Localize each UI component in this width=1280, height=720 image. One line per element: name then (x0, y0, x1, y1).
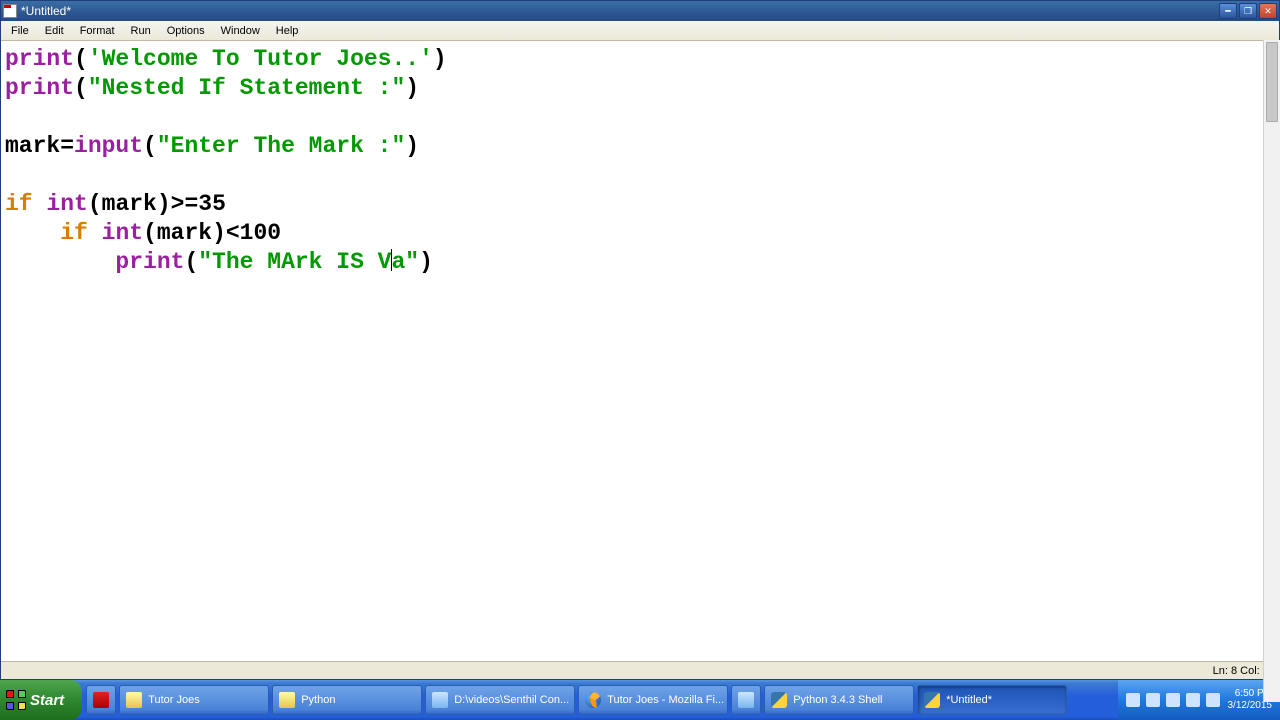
code-editor[interactable]: print('Welcome To Tutor Joes..') print("… (1, 41, 1279, 661)
close-button[interactable]: ✕ (1259, 3, 1277, 19)
quicklaunch-adobe[interactable] (86, 685, 116, 715)
network-icon[interactable] (1186, 693, 1200, 707)
task-videos-folder[interactable]: D:\videos\Senthil Con... (425, 685, 575, 715)
scroll-thumb[interactable] (1266, 42, 1278, 122)
menu-window[interactable]: Window (213, 23, 268, 39)
minimize-button[interactable]: ━ (1219, 3, 1237, 19)
editor-content: print('Welcome To Tutor Joes..') print("… (5, 45, 1277, 277)
menu-bar: File Edit Format Run Options Window Help (1, 21, 1279, 41)
menu-help[interactable]: Help (268, 23, 307, 39)
folder-icon (126, 692, 142, 708)
python-file-icon (3, 4, 17, 18)
python-icon (924, 692, 940, 708)
menu-options[interactable]: Options (159, 23, 213, 39)
idle-editor-window: *Untitled* ━ ❐ ✕ File Edit Format Run Op… (0, 0, 1280, 680)
start-label: Start (30, 692, 64, 709)
maximize-button[interactable]: ❐ (1239, 3, 1257, 19)
task-unknown[interactable] (731, 685, 761, 715)
task-untitled-editor[interactable]: *Untitled* (917, 685, 1067, 715)
windows-taskbar: Start Tutor Joes Python D:\videos\Senthi… (0, 680, 1280, 720)
task-buttons: Tutor Joes Python D:\videos\Senthil Con.… (82, 680, 1117, 720)
menu-format[interactable]: Format (72, 23, 123, 39)
menu-run[interactable]: Run (123, 23, 159, 39)
vertical-scrollbar[interactable] (1263, 40, 1280, 702)
explorer-icon (432, 692, 448, 708)
firefox-icon (585, 692, 601, 708)
folder-icon (279, 692, 295, 708)
task-python-shell[interactable]: Python 3.4.3 Shell (764, 685, 914, 715)
system-tray[interactable]: 6:50 PM 3/12/2015 (1118, 680, 1280, 720)
app-icon (738, 692, 754, 708)
window-title: *Untitled* (21, 4, 71, 18)
text-cursor (391, 249, 392, 271)
task-python[interactable]: Python (272, 685, 422, 715)
tray-icon[interactable] (1126, 693, 1140, 707)
title-bar[interactable]: *Untitled* ━ ❐ ✕ (1, 1, 1279, 21)
python-icon (771, 692, 787, 708)
task-tutor-joes[interactable]: Tutor Joes (119, 685, 269, 715)
volume-icon[interactable] (1166, 693, 1180, 707)
safely-remove-icon[interactable] (1146, 693, 1160, 707)
status-bar: Ln: 8 Col: 29 (1, 661, 1279, 679)
adobe-reader-icon (93, 692, 109, 708)
menu-file[interactable]: File (3, 23, 37, 39)
start-button[interactable]: Start (0, 680, 82, 720)
windows-logo-icon (6, 690, 26, 710)
shield-icon[interactable] (1206, 693, 1220, 707)
task-firefox[interactable]: Tutor Joes - Mozilla Fi... (578, 685, 728, 715)
menu-edit[interactable]: Edit (37, 23, 72, 39)
